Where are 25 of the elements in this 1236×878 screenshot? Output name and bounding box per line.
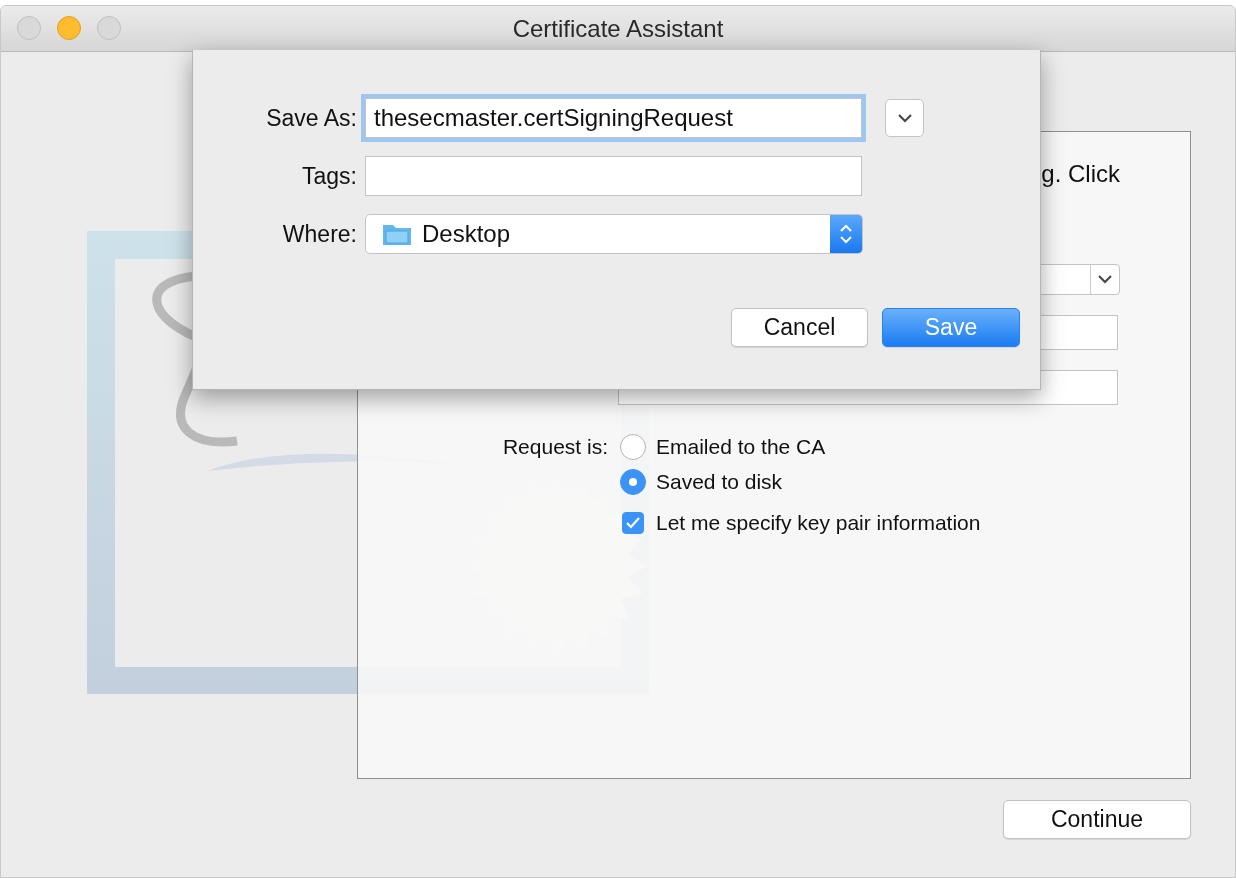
option-label: Saved to disk [656, 469, 783, 495]
radio-button[interactable] [620, 434, 646, 460]
chevron-icon [897, 113, 912, 123]
window-title: Certificate Assistant [512, 14, 724, 43]
field-label: Where: [281, 220, 357, 248]
field-label: Save As: [265, 104, 357, 132]
field-label: Tags: [301, 162, 357, 190]
checkbox[interactable] [622, 512, 644, 534]
zoom-button[interactable] [97, 16, 121, 40]
minimize-button[interactable] [57, 16, 81, 40]
instruction-text: g. Click [1041, 160, 1120, 187]
checkmark-icon [626, 517, 640, 529]
location-popup[interactable]: Desktop [365, 214, 863, 254]
expand-button[interactable] [885, 99, 924, 137]
option-label: Emailed to the CA [656, 434, 826, 460]
tags-field[interactable] [365, 156, 862, 196]
stepper-icon [839, 222, 853, 246]
radio-button[interactable] [620, 469, 646, 495]
request-label: Request is: [501, 434, 608, 460]
close-button[interactable] [17, 16, 41, 40]
cancel-button[interactable]: Cancel [731, 308, 868, 347]
option-label: Let me specify key pair information [656, 510, 981, 536]
folder-icon [382, 222, 412, 246]
continue-button[interactable]: Continue [1003, 800, 1191, 839]
chevron-icon [1098, 275, 1112, 284]
